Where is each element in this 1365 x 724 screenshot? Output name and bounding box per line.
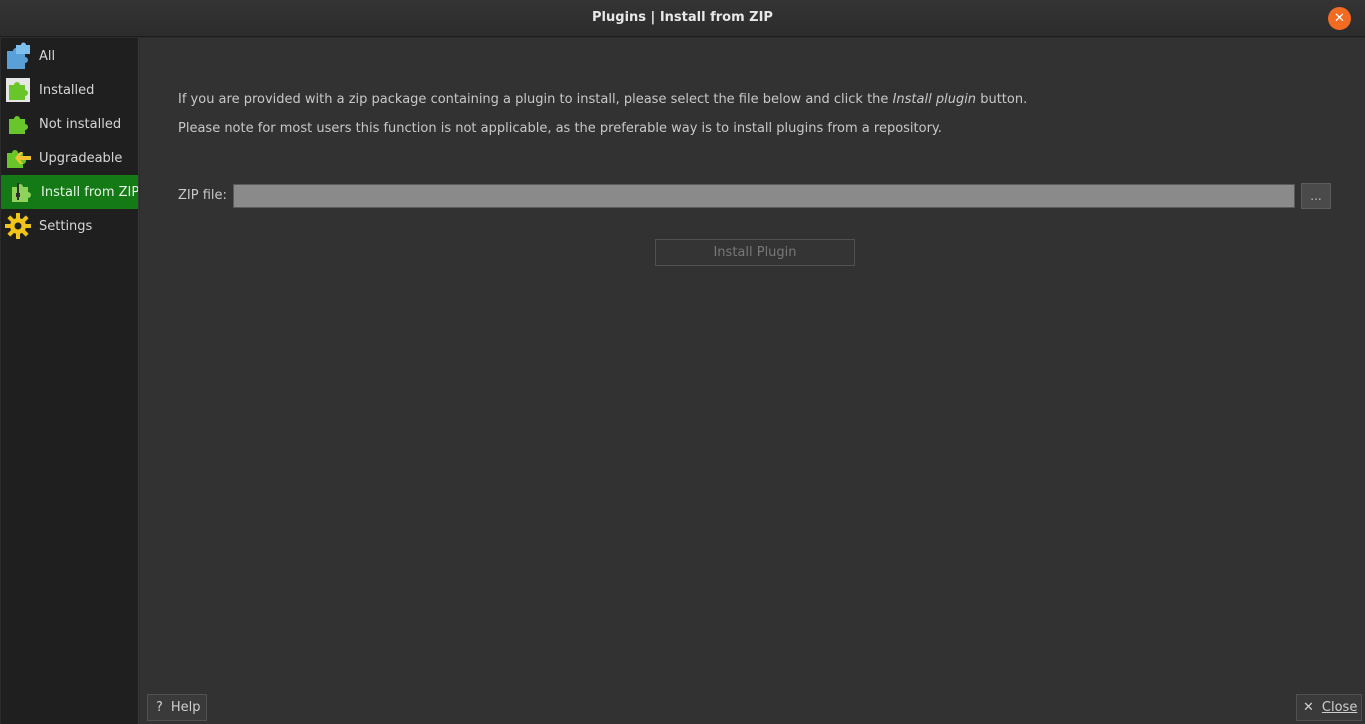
close-button-label: Close xyxy=(1321,700,1358,715)
sidebar-item-label: Install from ZIP xyxy=(41,184,138,200)
plugins-all-icon xyxy=(4,42,32,70)
intro-text-line-1: If you are provided with a zip package c… xyxy=(178,92,1027,107)
plugins-upgradeable-icon xyxy=(4,144,32,172)
sidebar-item-label: All xyxy=(39,48,56,64)
browse-button[interactable]: ... xyxy=(1301,183,1331,209)
window-title: Plugins | Install from ZIP xyxy=(592,10,773,25)
plugins-zip-icon xyxy=(6,178,34,206)
plugins-installed-icon xyxy=(4,76,32,104)
sidebar-item-label: Settings xyxy=(39,218,93,234)
intro-text-prefix: If you are provided with a zip package c… xyxy=(178,92,889,107)
close-button[interactable]: ✕ Close xyxy=(1296,694,1362,721)
sidebar-item-all[interactable]: All xyxy=(1,39,138,73)
close-icon: ✕ xyxy=(1303,700,1314,715)
help-icon: ? xyxy=(156,700,163,715)
zip-file-label: ZIP file: xyxy=(178,188,227,203)
plugins-not-installed-icon xyxy=(4,110,32,138)
zip-file-input[interactable] xyxy=(233,184,1295,208)
sidebar-item-settings[interactable]: Settings xyxy=(1,209,138,243)
sidebar: All Installed Not installed Upgradeable … xyxy=(1,38,139,724)
intro-text-line-2: Please note for most users this function… xyxy=(178,121,942,136)
help-button[interactable]: ? Help xyxy=(147,694,207,721)
sidebar-item-label: Not installed xyxy=(39,116,122,132)
sidebar-item-install-from-zip[interactable]: Install from ZIP xyxy=(1,175,138,209)
help-button-label: Help xyxy=(170,700,201,715)
window-close-icon[interactable]: ✕ xyxy=(1328,7,1351,30)
install-plugin-button[interactable]: Install Plugin xyxy=(655,239,855,266)
intro-text-suffix: button. xyxy=(980,92,1028,107)
main-panel: If you are provided with a zip package c… xyxy=(140,38,1365,724)
sidebar-item-upgradeable[interactable]: Upgradeable xyxy=(1,141,138,175)
sidebar-item-installed[interactable]: Installed xyxy=(1,73,138,107)
sidebar-item-label: Upgradeable xyxy=(39,150,123,166)
intro-text-emphasis: Install plugin xyxy=(892,92,977,107)
gear-icon xyxy=(4,212,32,240)
title-bar: Plugins | Install from ZIP ✕ xyxy=(0,0,1365,37)
sidebar-item-not-installed[interactable]: Not installed xyxy=(1,107,138,141)
sidebar-item-label: Installed xyxy=(39,82,95,98)
